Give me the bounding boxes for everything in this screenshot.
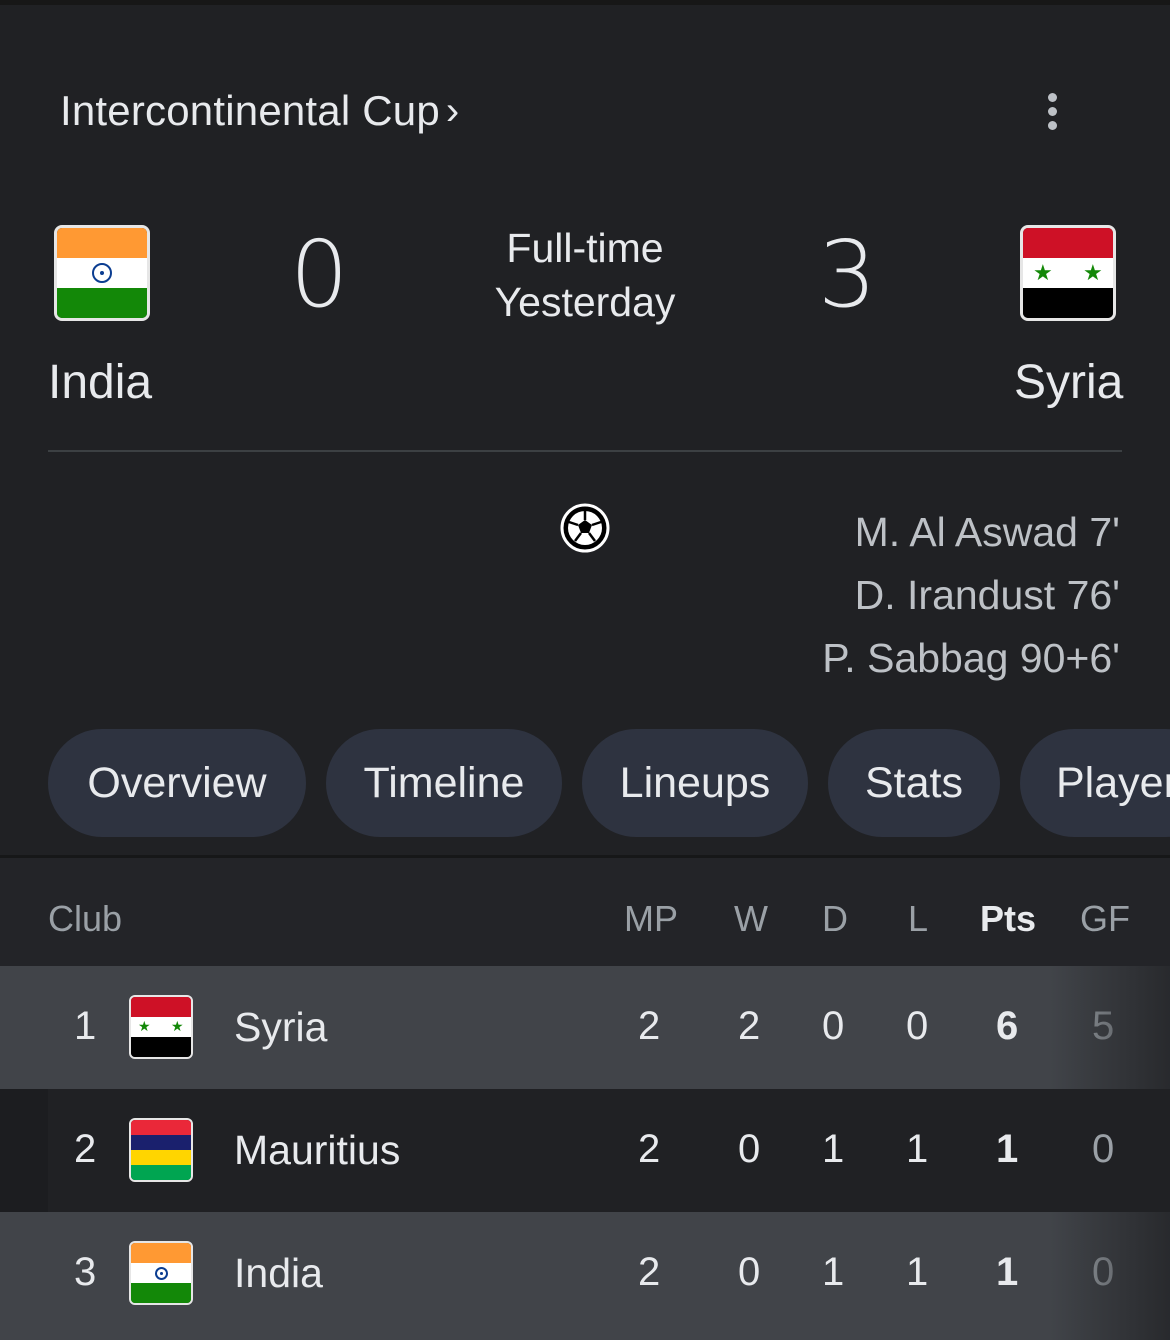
away-score: 3: [818, 221, 877, 328]
competition-title: Intercontinental Cup: [60, 87, 440, 134]
row-gf: 0: [1092, 1127, 1115, 1171]
competition-link[interactable]: Intercontinental Cup ›: [60, 83, 459, 139]
row-team-name: Syria: [234, 1004, 328, 1050]
tab-lineups[interactable]: Lineups: [582, 729, 808, 837]
header-mp: MP: [624, 898, 678, 939]
table-row[interactable]: 1 ★ ★ Syria 2 2 0 0 6 5: [0, 966, 1170, 1089]
india-flag-icon: [129, 1241, 193, 1305]
header-club: Club: [48, 898, 123, 939]
row-d: 1: [822, 1250, 845, 1294]
header-l: L: [908, 898, 929, 939]
row-pts: 6: [996, 1004, 1019, 1048]
row-rank: 1: [74, 1004, 97, 1048]
row-rank: 2: [74, 1127, 97, 1171]
row-d: 0: [822, 1004, 845, 1048]
row-mp: 2: [638, 1004, 661, 1048]
row-team-name: Mauritius: [234, 1127, 401, 1173]
header-w: W: [734, 898, 768, 939]
more-vert-icon[interactable]: [1030, 83, 1076, 139]
tab-stats[interactable]: Stats: [828, 729, 1000, 837]
india-flag-icon: [54, 225, 150, 321]
row-l: 1: [906, 1250, 929, 1294]
row-d: 1: [822, 1127, 845, 1171]
tab-players[interactable]: Players: [1020, 729, 1170, 837]
home-team-name[interactable]: India: [48, 355, 152, 410]
mauritius-flag-icon: [129, 1118, 193, 1182]
soccer-ball-icon: [560, 503, 610, 553]
header-gf: GF: [1080, 898, 1130, 939]
header-d: D: [822, 898, 848, 939]
tab-overview[interactable]: Overview: [48, 729, 306, 837]
scorer-1[interactable]: M. Al Aswad 7': [822, 501, 1120, 564]
status-date: Yesterday: [494, 279, 676, 325]
row-mp: 2: [638, 1127, 661, 1171]
tab-timeline[interactable]: Timeline: [326, 729, 562, 837]
syria-flag-icon: ★ ★: [1020, 225, 1116, 321]
header-pts: Pts: [980, 898, 1037, 939]
divider: [48, 450, 1122, 452]
row-gf: 5: [1092, 1004, 1115, 1048]
row-l: 1: [906, 1127, 929, 1171]
row-gf: 0: [1092, 1250, 1115, 1294]
table-header: Club MP W D L Pts GF: [0, 858, 1170, 966]
away-team-name[interactable]: Syria: [1014, 355, 1123, 410]
row-rank: 3: [74, 1250, 97, 1294]
table-row[interactable]: 2 Mauritius 2 0 1 1 1 0: [0, 1089, 1170, 1212]
table-row[interactable]: 3 India 2 0 1 1 1 0: [0, 1212, 1170, 1340]
row-l: 0: [906, 1004, 929, 1048]
status-full-time: Full-time: [506, 225, 664, 271]
match-card: Intercontinental Cup › India 0 Full-time…: [0, 5, 1170, 857]
row-w: 0: [738, 1250, 761, 1294]
scorer-2[interactable]: D. Irandust 76': [822, 564, 1120, 627]
home-score: 0: [290, 221, 349, 328]
tab-bar: Overview Timeline Lineups Stats Players: [48, 729, 1170, 837]
row-pts: 1: [996, 1127, 1019, 1171]
row-w: 2: [738, 1004, 761, 1048]
row-pts: 1: [996, 1250, 1019, 1294]
match-status: Full-time Yesterday: [470, 221, 700, 329]
scorer-3[interactable]: P. Sabbag 90+6': [822, 627, 1120, 690]
syria-flag-icon: ★ ★: [129, 995, 193, 1059]
standings-table: Club MP W D L Pts GF 1 ★ ★ Syria 2 2 0 0…: [0, 858, 1170, 1340]
row-mp: 2: [638, 1250, 661, 1294]
away-scorers: M. Al Aswad 7' D. Irandust 76' P. Sabbag…: [822, 501, 1120, 690]
row-w: 0: [738, 1127, 761, 1171]
row-team-name: India: [234, 1250, 323, 1296]
chevron-right-icon: ›: [445, 88, 460, 133]
